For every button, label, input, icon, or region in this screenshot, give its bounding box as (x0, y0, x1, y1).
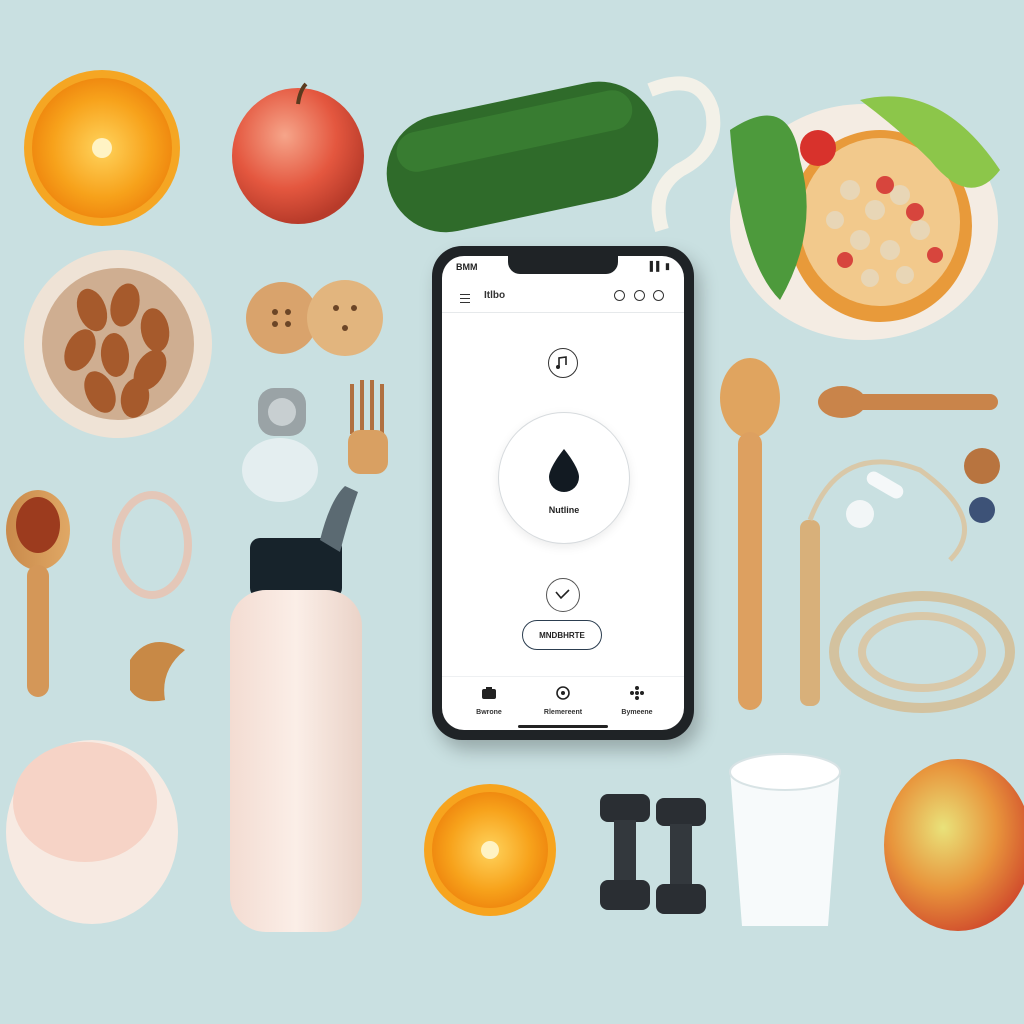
status-icons: ▌▌ ▮ (649, 261, 670, 271)
salad-bowl (730, 96, 1000, 340)
white-clip (242, 438, 318, 502)
earbuds (846, 471, 904, 528)
nav-label: Bwrone (476, 709, 502, 716)
phone-screen: BMM ▌▌ ▮ Itlbo Nutline MNDBHRTE Bwrone R… (442, 256, 684, 730)
water-bottle (230, 486, 362, 932)
main-label: Nutline (548, 505, 580, 515)
nav-item-settings[interactable]: Bymeene (602, 685, 672, 716)
pastry (130, 642, 185, 702)
music-icon[interactable] (548, 348, 578, 378)
orange-half-bottom (424, 784, 556, 916)
gauge-icon (556, 686, 570, 700)
glass-ring (112, 491, 192, 599)
wooden-buttons (246, 280, 383, 356)
bottom-nav: Bwrone Rlemereent Bymeene (442, 676, 684, 730)
status-time: BMM (456, 262, 478, 272)
app-header: Itlbo (442, 282, 684, 313)
nutmeg (964, 448, 1000, 484)
action-button[interactable]: MNDBHRTE (522, 620, 602, 650)
search-icon[interactable] (614, 290, 625, 301)
dumbbells (600, 794, 706, 914)
measuring-tape (647, 76, 721, 233)
nav-item-home[interactable]: Bwrone (454, 685, 524, 716)
red-apple (232, 82, 364, 224)
almond-bowl (24, 250, 212, 438)
nav-item-measurement[interactable]: Rlemereent (528, 685, 598, 716)
metal-clip (258, 388, 306, 436)
glass-of-milk (729, 753, 841, 926)
apple-green-red (884, 759, 1024, 931)
blueberry (969, 497, 995, 523)
profile-icon[interactable] (653, 290, 664, 301)
smartphone: BMM ▌▌ ▮ Itlbo Nutline MNDBHRTE Bwrone R… (432, 246, 694, 740)
flower-icon (630, 686, 644, 700)
wooden-spoon-seeds (6, 490, 70, 697)
menu-icon[interactable] (460, 294, 470, 303)
water-drop-icon (549, 449, 579, 492)
home-indicator (518, 725, 608, 728)
nav-label: Rlemereent (543, 709, 583, 716)
phone-notch (508, 256, 618, 274)
nav-label: Bymeene (621, 709, 653, 716)
water-tracker-button[interactable]: Nutline (498, 412, 630, 544)
wooden-spoon-tall (720, 358, 780, 710)
app-title: Itlbo (484, 290, 506, 301)
glass-milkshake (6, 740, 178, 924)
info-icon[interactable] (634, 290, 645, 301)
orange-half (24, 70, 180, 226)
wooden-fork (348, 380, 388, 474)
camera-icon (482, 687, 496, 699)
heart-icon[interactable] (546, 578, 580, 612)
cucumber (386, 81, 659, 233)
wooden-spoon-small (818, 386, 998, 418)
